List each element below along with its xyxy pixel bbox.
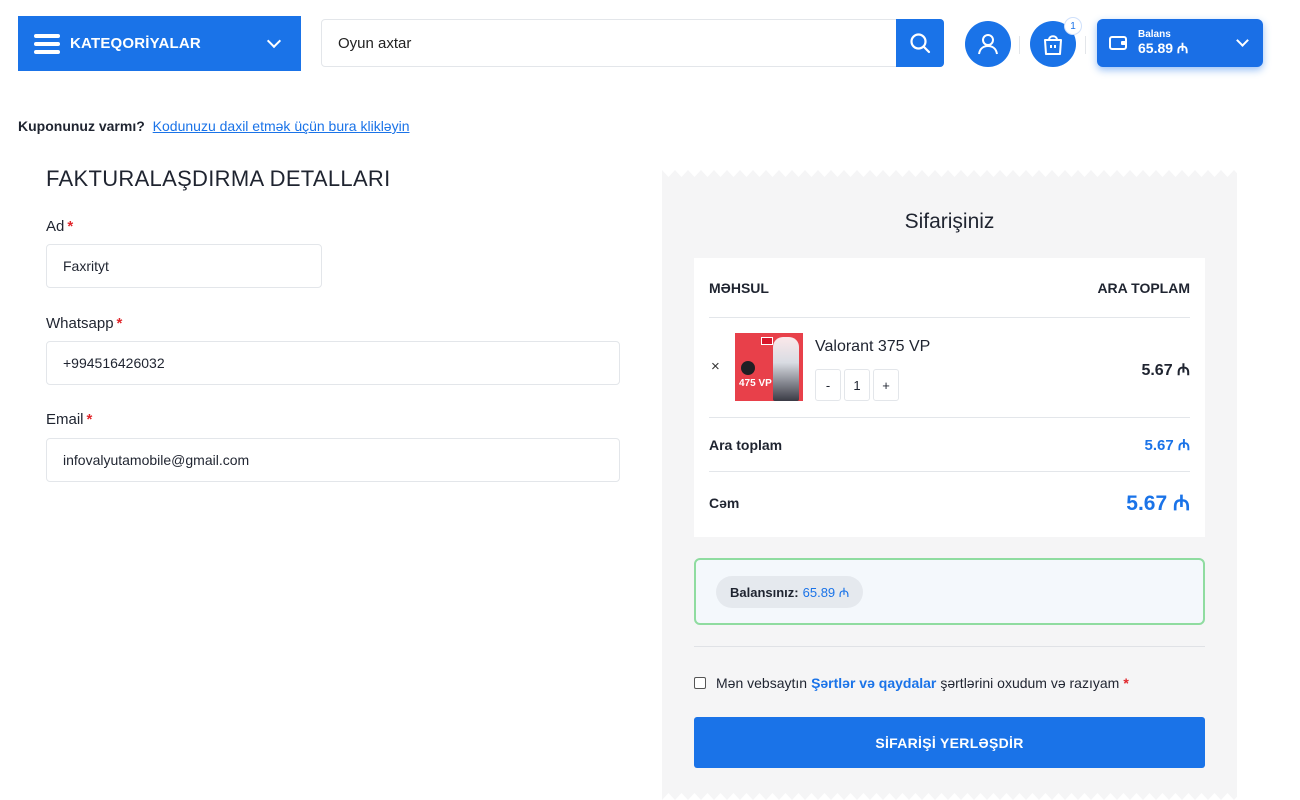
chevron-down-icon <box>1236 34 1249 47</box>
required-marker: * <box>86 411 93 428</box>
total-value: 5.67 ₼ <box>1126 492 1190 515</box>
coupon-notice: Kuponunuz varmı? Kodunuzu daxil etmək üç… <box>18 118 409 134</box>
product-name[interactable]: Valorant 375 VP <box>815 338 930 356</box>
shopping-bag-icon <box>1044 35 1062 55</box>
email-field[interactable] <box>46 438 620 482</box>
remove-item-button[interactable]: × <box>711 358 720 375</box>
email-label: Email * <box>46 411 93 428</box>
divider <box>694 646 1205 647</box>
cart-count-badge: 1 <box>1064 17 1082 35</box>
subtotal-value: 5.67 ₼ <box>1144 436 1190 454</box>
product-thumbnail: 475 VP <box>735 333 803 401</box>
coupon-question: Kuponunuz varmı? <box>18 118 145 134</box>
order-summary-panel: Sifarişiniz MƏHSUL ARA TOPLAM × 475 VP V… <box>662 170 1237 800</box>
balance-value: 65.89 ₼ <box>1138 39 1189 56</box>
required-marker: * <box>116 315 123 332</box>
balance-key: Balansınız: <box>730 584 799 600</box>
menu-icon <box>34 33 60 54</box>
col-subtotal: ARA TOPLAM <box>1097 279 1190 296</box>
balance-pill: Balansınız: 65.89 ₼ <box>716 576 864 608</box>
zigzag-edge <box>662 170 1237 177</box>
required-marker: * <box>1123 675 1129 691</box>
billing-title: FAKTURALAŞDIRMA DETALLARI <box>46 166 391 191</box>
vp-emblem-icon <box>741 361 755 375</box>
header-divider <box>1085 36 1086 54</box>
name-label: Ad * <box>46 218 74 235</box>
search-icon <box>910 33 931 54</box>
qty-minus-button[interactable]: - <box>815 369 841 401</box>
terms-checkbox[interactable] <box>694 677 706 689</box>
cart-button[interactable]: 1 <box>1030 17 1082 67</box>
order-table: MƏHSUL ARA TOPLAM × 475 VP Valorant 375 … <box>694 258 1205 537</box>
balance-card: Balansınız: 65.89 ₼ <box>694 558 1205 625</box>
wallet-icon <box>1109 36 1127 50</box>
order-item: × 475 VP Valorant 375 VP - 1 + 5.67 ₼ <box>709 318 1190 418</box>
total-row: Cəm 5.67 ₼ <box>709 472 1190 534</box>
header-divider <box>1019 36 1020 54</box>
categories-label: KATEQORİYALAR <box>70 35 201 52</box>
thumbnail-vp-label: 475 VP <box>739 378 772 389</box>
terms-prefix: Mən vebsaytın <box>716 675 808 691</box>
whatsapp-field[interactable] <box>46 341 620 385</box>
qty-plus-button[interactable]: + <box>873 369 899 401</box>
subtotal-label: Ara toplam <box>709 436 783 453</box>
total-label: Cəm <box>709 495 740 511</box>
categories-button[interactable]: KATEQORİYALAR <box>18 16 301 71</box>
qty-value[interactable]: 1 <box>844 369 870 401</box>
flag-icon <box>761 337 773 345</box>
terms-link[interactable]: Şərtlər və qaydalar <box>811 675 936 691</box>
item-price: 5.67 ₼ <box>1141 362 1190 379</box>
col-product: MƏHSUL <box>709 279 769 296</box>
quantity-stepper: - 1 + <box>815 369 899 401</box>
order-title: Sifarişiniz <box>904 210 995 233</box>
zigzag-edge <box>662 793 1237 800</box>
balance-amount: 65.89 ₼ <box>802 585 850 600</box>
user-icon <box>978 34 998 55</box>
place-order-button[interactable]: SİFARİŞİ YERLƏŞDİR <box>694 717 1205 768</box>
terms-agreement: Mən vebsaytın Şərtlər və qaydalar şərtlə… <box>694 675 1129 691</box>
search-input[interactable] <box>322 20 896 66</box>
subtotal-row: Ara toplam 5.67 ₼ <box>709 418 1190 472</box>
coupon-link[interactable]: Kodunuzu daxil etmək üçün bura klikləyin <box>153 118 410 134</box>
search-button[interactable] <box>896 19 944 67</box>
agent-figure <box>773 337 799 401</box>
balance-dropdown[interactable]: Balans 65.89 ₼ <box>1097 19 1263 67</box>
terms-suffix: şərtlərini oxudum və razıyam <box>940 675 1120 691</box>
search-bar <box>321 19 944 67</box>
required-marker: * <box>67 218 74 235</box>
whatsapp-label: Whatsapp * <box>46 315 123 332</box>
chevron-down-icon <box>266 33 282 48</box>
order-table-header: MƏHSUL ARA TOPLAM <box>709 258 1190 318</box>
name-field[interactable] <box>46 244 322 288</box>
account-button[interactable] <box>965 21 1011 67</box>
